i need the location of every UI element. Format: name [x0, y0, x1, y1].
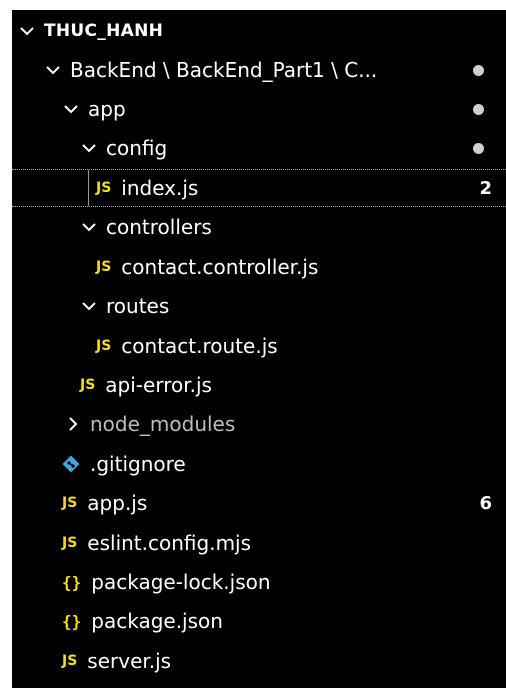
tree-item-index-js[interactable]: JS index.js 2	[12, 169, 506, 207]
tree-item-server-js[interactable]: JS server.js	[12, 642, 506, 680]
tree-item-api-error-js[interactable]: JS api-error.js	[12, 366, 506, 404]
chevron-down-icon	[62, 100, 80, 118]
tree-item-package-json[interactable]: {} package.json	[12, 602, 506, 640]
javascript-file-icon: JS	[96, 259, 112, 275]
explorer-root[interactable]: THUC_HANH	[18, 12, 506, 50]
file-label: eslint.config.mjs	[87, 531, 252, 555]
javascript-file-icon: JS	[62, 535, 78, 551]
tree-item-app-js[interactable]: JS app.js 6	[12, 484, 506, 522]
javascript-file-icon: JS	[62, 495, 78, 511]
folder-label: config	[106, 136, 168, 160]
folder-label: routes	[106, 294, 170, 318]
folder-label: app	[88, 97, 126, 121]
tree-item-package-lock-json[interactable]: {} package-lock.json	[12, 563, 506, 601]
problem-count-badge: 2	[479, 177, 492, 199]
tree-item-eslint-config[interactable]: JS eslint.config.mjs	[12, 524, 506, 562]
tree-item-backend-path[interactable]: BackEnd \ BackEnd_Part1 \ C...	[12, 51, 506, 89]
modified-dot-icon	[473, 103, 484, 115]
chevron-down-icon	[80, 139, 98, 157]
file-label: api-error.js	[105, 373, 212, 397]
chevron-down-icon	[80, 297, 98, 315]
file-label: contact.controller.js	[121, 255, 319, 279]
chevron-right-icon	[64, 415, 82, 433]
file-label: server.js	[87, 649, 172, 673]
folder-label: controllers	[106, 215, 212, 239]
tree-item-routes-folder[interactable]: routes	[12, 287, 506, 325]
file-label: contact.route.js	[121, 334, 278, 358]
problem-count-badge: 6	[479, 492, 492, 514]
json-file-icon: {}	[62, 611, 82, 631]
tree-item-node-modules-folder[interactable]: node_modules	[12, 405, 506, 443]
root-folder-label: THUC_HANH	[44, 21, 164, 41]
file-label: .gitignore	[90, 452, 186, 476]
tree-item-controllers-folder[interactable]: controllers	[12, 208, 506, 246]
chevron-down-icon	[44, 61, 62, 79]
file-label: package.json	[91, 609, 223, 633]
chevron-down-icon	[18, 22, 36, 40]
javascript-file-icon: JS	[96, 338, 112, 354]
tree-item-app-folder[interactable]: app	[12, 90, 506, 128]
folder-label: BackEnd \ BackEnd_Part1 \ C...	[70, 58, 378, 82]
file-label: index.js	[121, 176, 199, 200]
modified-dot-icon	[473, 142, 484, 154]
javascript-file-icon: JS	[96, 180, 112, 196]
git-file-icon	[62, 455, 80, 473]
file-label: app.js	[87, 491, 148, 515]
tree-item-contact-controller-js[interactable]: JS contact.controller.js	[12, 248, 506, 286]
javascript-file-icon: JS	[80, 377, 96, 393]
javascript-file-icon: JS	[62, 653, 78, 669]
modified-dot-icon	[473, 64, 484, 76]
explorer-panel: THUC_HANH BackEnd \ BackEnd_Part1 \ C...…	[12, 10, 506, 688]
folder-label: node_modules	[90, 412, 236, 436]
tree-item-config-folder[interactable]: config	[12, 129, 506, 167]
json-file-icon: {}	[62, 572, 82, 592]
chevron-down-icon	[80, 218, 98, 236]
tree-item-gitignore[interactable]: .gitignore	[12, 445, 506, 483]
file-label: package-lock.json	[91, 570, 271, 594]
tree-item-contact-route-js[interactable]: JS contact.route.js	[12, 327, 506, 365]
